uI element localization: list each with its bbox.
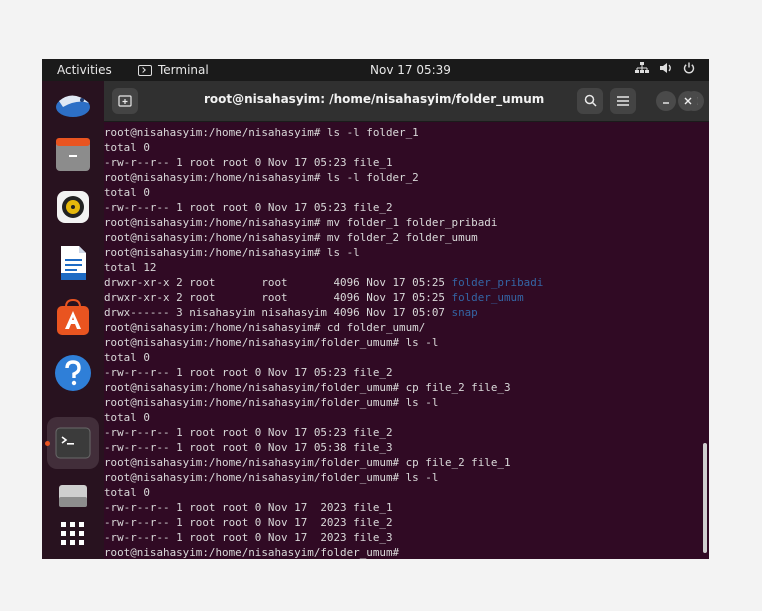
terminal-line-text: total 12 (104, 261, 157, 274)
power-icon (683, 62, 695, 74)
terminal-line-text: -rw-r--r-- 1 root root 0 Nov 17 05:23 fi… (104, 366, 393, 379)
top-bar: Activities Terminal Nov 17 05:39 (42, 59, 709, 81)
help-icon[interactable] (53, 353, 93, 393)
terminal-line: root@nisahasyim:/home/nisahasyim/folder_… (104, 335, 438, 350)
terminal-line-text: -rw-r--r-- 1 root root 0 Nov 17 2023 fil… (104, 501, 393, 514)
terminal-line-text: drwxr-xr-x 2 root root 4096 Nov 17 05:25 (104, 291, 452, 304)
terminal-line-text: root@nisahasyim:/home/nisahasyim/folder_… (104, 471, 439, 484)
terminal-line-text: -rw-r--r-- 1 root root 0 Nov 17 05:23 fi… (104, 156, 393, 169)
terminal-line-text: root@nisahasyim:/home/nisahasyim/folder_… (104, 396, 439, 409)
drive-icon[interactable] (53, 479, 93, 519)
header-bar: root@nisahasyim: /home/nisahasyim/folder… (104, 81, 709, 122)
terminal-line: -rw-r--r-- 1 root root 0 Nov 17 05:23 fi… (104, 365, 393, 380)
terminal-line: total 0 (104, 185, 150, 200)
terminal-app-icon (138, 64, 152, 76)
search-icon (584, 94, 597, 107)
terminal-line-text: root@nisahasyim:/home/nisahasyim# cd fol… (104, 321, 426, 334)
system-tray[interactable] (635, 62, 695, 74)
terminal-line-text: total 0 (104, 186, 150, 199)
terminal-line-text: root@nisahasyim:/home/nisahasyim# ls -l (104, 246, 360, 259)
terminal-line: root@nisahasyim:/home/nisahasyim# cd fol… (104, 320, 425, 335)
network-icon (635, 62, 649, 73)
activities-button[interactable]: Activities (57, 63, 112, 77)
window-title: root@nisahasyim: /home/nisahasyim/folder… (204, 92, 545, 106)
close-button[interactable] (678, 91, 698, 111)
clock[interactable]: Nov 17 05:39 (370, 63, 451, 77)
minimize-button[interactable] (656, 91, 676, 111)
search-button[interactable] (577, 88, 603, 114)
volume-icon (660, 63, 671, 73)
terminal-line-text: drwxr-xr-x 2 root root 4096 Nov 17 05:25 (104, 276, 452, 289)
new-tab-button[interactable] (112, 88, 138, 114)
terminal-line: total 0 (104, 410, 150, 425)
terminal-line: root@nisahasyim:/home/nisahasyim/folder_… (104, 380, 511, 395)
terminal-line: total 12 (104, 260, 156, 275)
terminal-line-text: drwx------ 3 nisahasyim nisahasyim 4096 … (104, 306, 452, 319)
software-icon[interactable] (53, 297, 93, 337)
terminal-line-text: root@nisahasyim:/home/nisahasyim/folder_… (104, 381, 511, 394)
terminal-line: root@nisahasyim:/home/nisahasyim/folder_… (104, 455, 511, 470)
directory-name: snap (451, 306, 478, 319)
terminal-line-text: root@nisahasyim:/home/nisahasyim/folder_… (104, 546, 406, 559)
terminal-line-text: root@nisahasyim:/home/nisahasyim# mv fol… (104, 216, 498, 229)
thunderbird-icon[interactable] (53, 87, 93, 127)
directory-name: folder_pribadi (451, 276, 544, 289)
terminal-line-text: total 0 (104, 486, 150, 499)
terminal-line: root@nisahasyim:/home/nisahasyim# ls -l (104, 245, 360, 260)
dock (42, 81, 104, 559)
terminal-line: -rw-r--r-- 1 root root 0 Nov 17 2023 fil… (104, 500, 393, 515)
terminal-line-text: total 0 (104, 141, 150, 154)
terminal-line-text: root@nisahasyim:/home/nisahasyim/folder_… (104, 456, 511, 469)
terminal-scrollbar[interactable] (703, 443, 707, 553)
rhythmbox-icon[interactable] (53, 187, 93, 227)
terminal-line: root@nisahasyim:/home/nisahasyim/folder_… (104, 545, 406, 559)
terminal-line-text: root@nisahasyim:/home/nisahasyim# mv fol… (104, 231, 478, 244)
files-icon[interactable] (53, 135, 93, 175)
terminal-window: root@nisahasyim: /home/nisahasyim/folder… (104, 81, 709, 559)
desktop-screen: Activities Terminal Nov 17 05:39 root@ni… (42, 59, 709, 559)
new-tab-icon (118, 95, 132, 107)
terminal-line-text: root@nisahasyim:/home/nisahasyim/folder_… (104, 336, 439, 349)
terminal-line: total 0 (104, 140, 150, 155)
terminal-line: root@nisahasyim:/home/nisahasyim/folder_… (104, 395, 438, 410)
terminal-line: drwxr-xr-x 2 root root 4096 Nov 17 05:25… (104, 275, 543, 290)
terminal-line: drwxr-xr-x 2 root root 4096 Nov 17 05:25… (104, 290, 524, 305)
terminal-icon[interactable] (53, 423, 93, 463)
hamburger-icon (617, 96, 629, 106)
terminal-line-text: -rw-r--r-- 1 root root 0 Nov 17 2023 fil… (104, 531, 393, 544)
terminal-line-text: root@nisahasyim:/home/nisahasyim# ls -l … (104, 126, 419, 139)
show-apps-icon[interactable] (53, 515, 93, 555)
terminal-line: root@nisahasyim:/home/nisahasyim# ls -l … (104, 125, 419, 140)
app-menu-label: Terminal (158, 63, 209, 77)
terminal-output[interactable]: root@nisahasyim:/home/nisahasyim# ls -l … (104, 121, 702, 559)
close-icon (684, 97, 692, 105)
terminal-line: -rw-r--r-- 1 root root 0 Nov 17 05:23 fi… (104, 200, 393, 215)
terminal-line: total 0 (104, 350, 150, 365)
terminal-line: root@nisahasyim:/home/nisahasyim/folder_… (104, 470, 438, 485)
terminal-line: -rw-r--r-- 1 root root 0 Nov 17 05:38 fi… (104, 440, 393, 455)
running-indicator (45, 441, 50, 446)
terminal-line-text: total 0 (104, 411, 150, 424)
terminal-line: -rw-r--r-- 1 root root 0 Nov 17 05:23 fi… (104, 425, 393, 440)
terminal-line: -rw-r--r-- 1 root root 0 Nov 17 05:23 fi… (104, 155, 393, 170)
terminal-line-text: root@nisahasyim:/home/nisahasyim# ls -l … (104, 171, 419, 184)
menu-button[interactable] (610, 88, 636, 114)
terminal-line: root@nisahasyim:/home/nisahasyim# mv fol… (104, 230, 478, 245)
terminal-line-text: total 0 (104, 351, 150, 364)
terminal-line-text: -rw-r--r-- 1 root root 0 Nov 17 2023 fil… (104, 516, 393, 529)
terminal-line-text: -rw-r--r-- 1 root root 0 Nov 17 05:23 fi… (104, 201, 393, 214)
writer-icon[interactable] (53, 243, 93, 283)
app-menu[interactable]: Terminal (138, 63, 209, 77)
terminal-line: root@nisahasyim:/home/nisahasyim# mv fol… (104, 215, 497, 230)
terminal-line-text: -rw-r--r-- 1 root root 0 Nov 17 05:38 fi… (104, 441, 393, 454)
directory-name: folder_umum (451, 291, 524, 304)
terminal-line: -rw-r--r-- 1 root root 0 Nov 17 2023 fil… (104, 515, 393, 530)
minimize-icon (663, 102, 669, 104)
terminal-line: total 0 (104, 485, 150, 500)
terminal-line: drwx------ 3 nisahasyim nisahasyim 4096 … (104, 305, 478, 320)
terminal-line: -rw-r--r-- 1 root root 0 Nov 17 2023 fil… (104, 530, 393, 545)
terminal-line: root@nisahasyim:/home/nisahasyim# ls -l … (104, 170, 419, 185)
terminal-line-text: -rw-r--r-- 1 root root 0 Nov 17 05:23 fi… (104, 426, 393, 439)
